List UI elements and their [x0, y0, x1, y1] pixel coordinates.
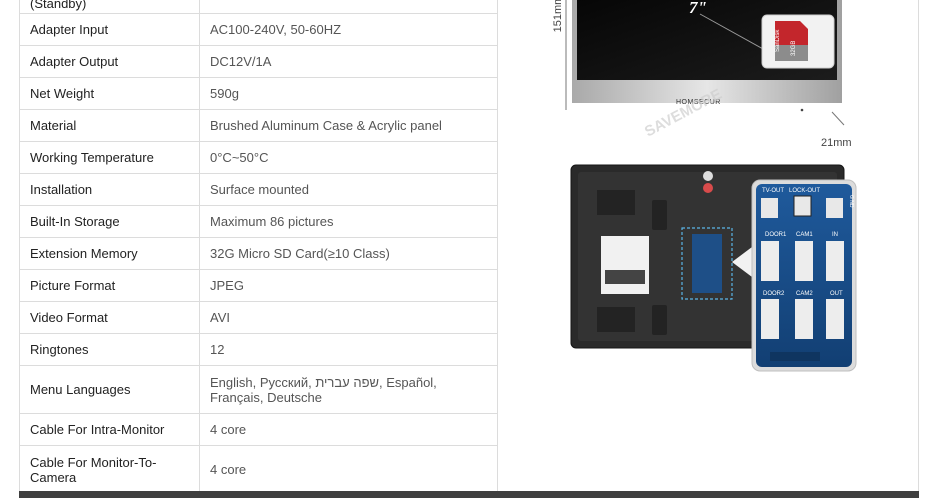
connector-out — [826, 299, 844, 339]
wall-mount-slot — [652, 200, 667, 230]
connector-lock-out — [793, 195, 812, 217]
screen-size-label: 7" — [689, 0, 707, 17]
connector-cam1 — [795, 241, 813, 281]
wall-mount-slot — [652, 305, 667, 335]
port-label-gnd: G ND — [848, 195, 854, 208]
port-label-out: OUT — [830, 291, 843, 297]
bottom-bar — [19, 491, 919, 498]
sd-card-brand: SanDisk — [775, 29, 781, 52]
product-image: 151mm 7" SanDisk 32GB HOMSECUR SAVEMORE … — [552, 0, 857, 372]
mount-hole — [703, 171, 713, 181]
sd-card-capacity: 32GB — [791, 41, 797, 56]
status-led — [800, 108, 804, 112]
spec-label-sticker — [601, 236, 649, 294]
port-label-tv-out: TV-OUT — [762, 188, 784, 194]
connector-in — [826, 241, 844, 281]
depth-dimension-label: 21mm — [821, 137, 852, 149]
monitor-back: TV-OUT LOCK-OUT G ND DOOR1 CAM1 IN DOOR2… — [570, 164, 857, 372]
pcb-zoom-panel: TV-OUT LOCK-OUT G ND DOOR1 CAM1 IN DOOR2… — [751, 179, 857, 372]
connector-gnd — [826, 198, 843, 218]
pcb-trace — [770, 352, 820, 361]
connector-tv-out — [761, 198, 778, 218]
speaker-grille — [597, 190, 635, 215]
barcode-icon — [605, 270, 645, 284]
connector-cam2 — [795, 299, 813, 339]
connector-door2 — [761, 299, 779, 339]
connector-door1 — [761, 241, 779, 281]
port-label-door1: DOOR1 — [765, 232, 787, 238]
port-label-door2: DOOR2 — [763, 291, 785, 297]
screw-icon — [703, 183, 713, 193]
port-label-cam1: CAM1 — [796, 232, 813, 238]
port-label-lock-out: LOCK-OUT — [789, 188, 820, 194]
connector-block — [692, 234, 722, 293]
port-label-in: IN — [832, 232, 838, 238]
port-label-cam2: CAM2 — [796, 291, 813, 297]
height-dimension-label: 151mm — [552, 0, 564, 32]
depth-dimension-line — [831, 111, 845, 126]
monitor-front: 151mm 7" SanDisk 32GB HOMSECUR SAVEMORE … — [552, 0, 852, 149]
speaker-grille — [597, 307, 635, 332]
